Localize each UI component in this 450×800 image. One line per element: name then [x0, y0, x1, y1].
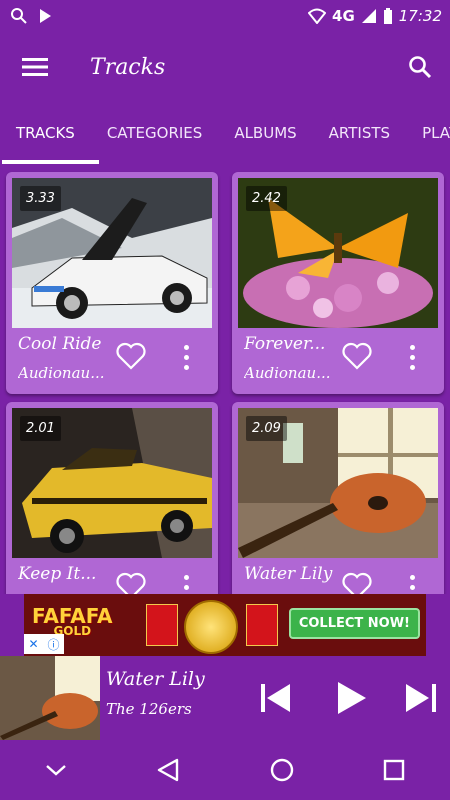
page-title: Tracks — [90, 54, 166, 80]
menu-button[interactable] — [0, 32, 70, 102]
play-icon[interactable] — [330, 678, 370, 718]
track-thumbnail: 3.33 — [12, 178, 212, 328]
tab-categories[interactable]: CATEGORIES — [91, 102, 219, 164]
track-card[interactable]: 3.33 Cool Ride Audionau... — [6, 172, 218, 394]
heart-icon[interactable] — [342, 342, 372, 370]
duration-badge: 2.42 — [246, 186, 287, 211]
player-track-artist: The 126ers — [106, 700, 192, 718]
system-nav-bar — [0, 740, 450, 800]
red-envelope-icon — [146, 604, 178, 646]
track-card[interactable]: 2.09 Water Lily — [232, 402, 444, 594]
home-icon[interactable] — [269, 757, 295, 783]
collapse-icon[interactable] — [44, 762, 68, 778]
tab-playlists[interactable]: PLAY — [406, 102, 450, 164]
duration-badge: 2.09 — [246, 416, 287, 441]
search-icon — [409, 56, 432, 79]
track-card[interactable]: 2.42 Forever... Audionau... — [232, 172, 444, 394]
guitar-image — [0, 656, 100, 740]
tab-tracks[interactable]: TRACKS — [0, 102, 99, 164]
track-card[interactable]: 2.01 Keep It... — [6, 402, 218, 594]
ad-banner[interactable]: FAFAFA GOLD COLLECT NOW! — [24, 594, 426, 656]
ad-choices[interactable]: ✕ ⓘ — [24, 634, 64, 654]
more-options-icon[interactable] — [400, 342, 424, 372]
tab-bar: TRACKS CATEGORIES ALBUMS ARTISTS PLAY — [0, 102, 450, 164]
player-artwork — [0, 656, 100, 740]
search-button[interactable] — [390, 32, 450, 102]
tab-artists[interactable]: ARTISTS — [313, 102, 406, 164]
play-store-icon — [40, 9, 51, 23]
collect-now-button[interactable]: COLLECT NOW! — [288, 608, 420, 639]
more-options-icon[interactable] — [174, 342, 198, 372]
close-icon[interactable]: ✕ — [28, 637, 38, 651]
track-thumbnail: 2.09 — [238, 408, 438, 558]
status-time: 17:32 — [398, 7, 442, 25]
duration-badge: 2.01 — [20, 416, 61, 441]
track-thumbnail: 2.42 — [238, 178, 438, 328]
track-name: Cool Ride — [18, 334, 102, 354]
network-type: 4G — [332, 7, 355, 25]
search-icon — [11, 8, 27, 24]
track-artist: Audionau... — [244, 364, 331, 382]
tab-albums[interactable]: ALBUMS — [218, 102, 312, 164]
ad-logo: FAFAFA GOLD — [32, 604, 113, 638]
track-artist: Audionau... — [18, 364, 105, 382]
info-icon[interactable]: ⓘ — [47, 636, 59, 653]
track-name: Water Lily — [244, 564, 333, 584]
skip-next-icon[interactable] — [402, 678, 442, 718]
more-options-icon[interactable] — [400, 572, 424, 594]
app-bar: Tracks — [0, 32, 450, 102]
status-bar: 4G 17:32 — [0, 0, 450, 32]
player-track-title: Water Lily — [106, 668, 205, 690]
back-icon[interactable] — [155, 757, 181, 783]
red-envelope-icon — [246, 604, 278, 646]
battery-icon — [383, 8, 392, 24]
mini-player[interactable]: Water Lily The 126ers — [0, 656, 450, 740]
signal-icon — [361, 9, 376, 23]
menu-icon — [22, 58, 48, 76]
track-thumbnail: 2.01 — [12, 408, 212, 558]
track-name: Keep It... — [18, 564, 97, 584]
heart-icon[interactable] — [116, 342, 146, 370]
track-name: Forever... — [244, 334, 326, 354]
wifi-icon — [308, 8, 327, 24]
heart-icon[interactable] — [116, 572, 146, 594]
track-grid: 3.33 Cool Ride Audionau... 2.42 Forever.… — [0, 164, 450, 594]
recents-icon[interactable] — [382, 758, 406, 782]
gold-coin-icon — [184, 600, 238, 654]
heart-icon[interactable] — [342, 572, 372, 594]
skip-previous-icon[interactable] — [256, 678, 296, 718]
duration-badge: 3.33 — [20, 186, 61, 211]
more-options-icon[interactable] — [174, 572, 198, 594]
